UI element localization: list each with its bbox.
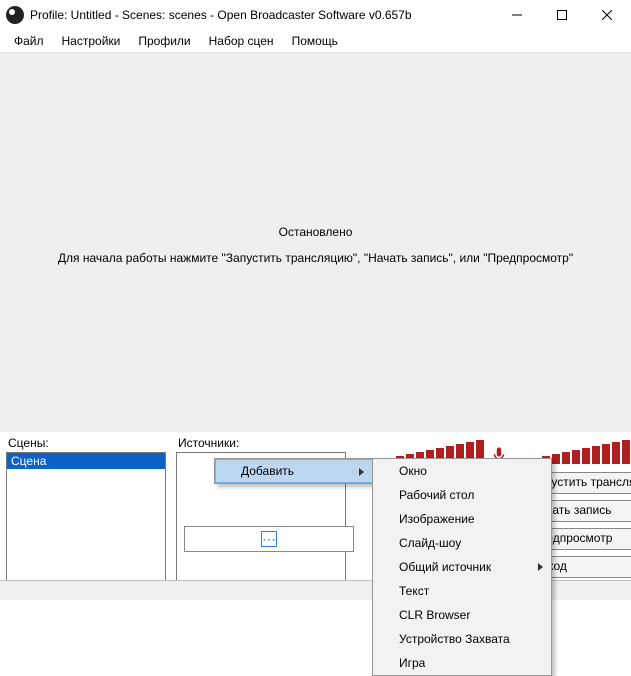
- maximize-button[interactable]: [539, 1, 584, 29]
- close-button[interactable]: [584, 1, 629, 29]
- title-bar: Profile: Untitled - Scenes: scenes - Ope…: [0, 0, 631, 30]
- chevron-right-icon: [359, 468, 364, 476]
- menu-profiles[interactable]: Профили: [130, 32, 198, 50]
- sub-image-label: Изображение: [399, 512, 475, 526]
- menu-settings[interactable]: Настройки: [54, 32, 129, 50]
- sub-text[interactable]: Текст: [373, 579, 551, 603]
- sub-global-label: Общий источник: [399, 560, 491, 574]
- sources-panel: Источники:: [176, 432, 346, 582]
- preview-area: Остановлено Для начала работы нажмите "З…: [0, 52, 631, 432]
- sub-slideshow[interactable]: Слайд-шоу: [373, 531, 551, 555]
- source-settings-row: ⋯: [184, 526, 354, 552]
- menu-help[interactable]: Помощь: [284, 32, 346, 50]
- preview-hint: Для начала работы нажмите "Запустить тра…: [0, 251, 631, 265]
- sub-game[interactable]: Игра: [373, 651, 551, 675]
- sub-capture[interactable]: Устройство Захвата: [373, 627, 551, 651]
- chevron-right-icon: [538, 563, 543, 571]
- sub-capture-label: Устройство Захвата: [399, 632, 510, 646]
- menu-file[interactable]: Файл: [6, 32, 52, 50]
- scenes-label: Сцены:: [8, 436, 166, 450]
- sub-clr[interactable]: CLR Browser: [373, 603, 551, 627]
- sub-global[interactable]: Общий источник: [373, 555, 551, 579]
- sub-image[interactable]: Изображение: [373, 507, 551, 531]
- sub-window-label: Окно: [399, 464, 427, 478]
- menu-bar: Файл Настройки Профили Набор сцен Помощь: [0, 30, 631, 52]
- preview-status: Остановлено: [0, 225, 631, 239]
- sub-desktop-label: Рабочий стол: [399, 488, 474, 502]
- sources-label: Источники:: [178, 436, 346, 450]
- context-add[interactable]: Добавить: [215, 459, 373, 483]
- window-title: Profile: Untitled - Scenes: scenes - Ope…: [30, 8, 494, 22]
- sub-clr-label: CLR Browser: [399, 608, 470, 622]
- scenes-panel: Сцены: Сцена: [6, 432, 166, 582]
- menu-scenesets[interactable]: Набор сцен: [201, 32, 282, 50]
- sub-window[interactable]: Окно: [373, 459, 551, 483]
- context-menu[interactable]: Добавить: [214, 458, 374, 484]
- sub-slideshow-label: Слайд-шоу: [399, 536, 461, 550]
- scenes-list[interactable]: Сцена: [6, 452, 166, 582]
- app-icon: [6, 6, 24, 24]
- scene-item[interactable]: Сцена: [7, 453, 165, 469]
- context-add-label: Добавить: [241, 464, 294, 478]
- context-submenu[interactable]: Окно Рабочий стол Изображение Слайд-шоу …: [372, 458, 552, 676]
- sub-desktop[interactable]: Рабочий стол: [373, 483, 551, 507]
- source-settings-button[interactable]: ⋯: [261, 531, 277, 547]
- minimize-button[interactable]: [494, 1, 539, 29]
- sub-game-label: Игра: [399, 656, 425, 670]
- sub-text-label: Текст: [399, 584, 429, 598]
